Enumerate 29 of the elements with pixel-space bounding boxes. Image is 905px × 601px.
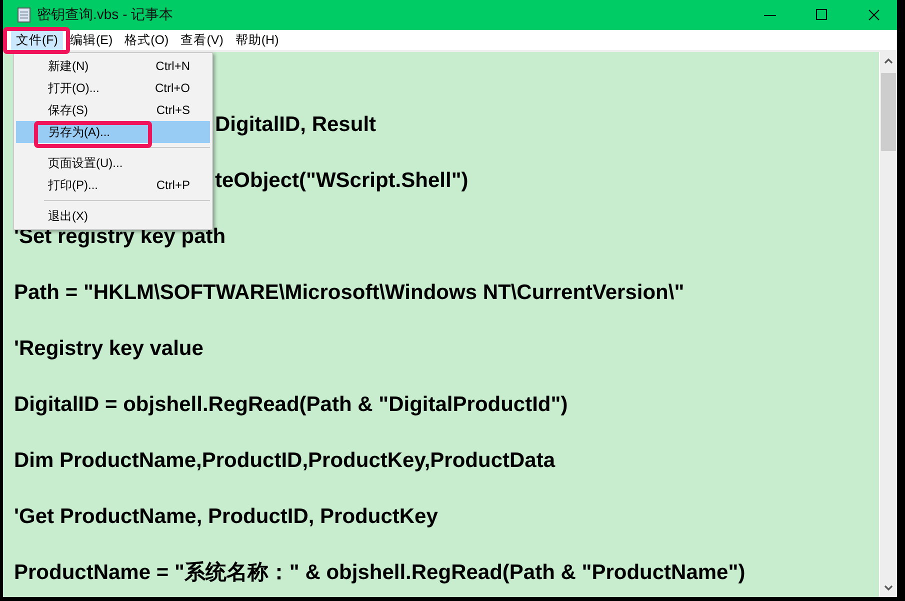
- menu-option[interactable]: 页面设置(U)...: [16, 152, 210, 174]
- scrollbar[interactable]: [879, 52, 897, 597]
- scrollbar-thumb[interactable]: [881, 73, 896, 151]
- menu-item[interactable]: 文件(F): [11, 30, 63, 50]
- menu-option[interactable]: 打印(P)... Ctrl+P: [16, 174, 210, 196]
- code-line: Path = "HKLM\SOFTWARE\Microsoft\Windows NT\CurrentVersion\": [14, 281, 684, 304]
- notepad-icon: [17, 7, 31, 23]
- code-line: 'Registry key value: [14, 337, 204, 360]
- menu-option[interactable]: 新建(N) Ctrl+N: [16, 55, 210, 77]
- menu-item[interactable]: 格式(O): [120, 30, 174, 50]
- code-line: 'Get ProductName, ProductID, ProductKey: [14, 505, 438, 528]
- text-editor[interactable]: [3, 52, 879, 597]
- menu-item[interactable]: 编辑(E): [64, 30, 118, 50]
- menu-item[interactable]: 帮助(H): [230, 30, 284, 50]
- code-line: Dim ProductName,ProductID,ProductKey,ProductData: [14, 449, 556, 472]
- menu-item[interactable]: 查看(V): [176, 30, 228, 50]
- window-title: 密钥查询.vbs - 记事本: [37, 6, 174, 24]
- code-line: DigitalID, Result: [215, 113, 376, 136]
- close-icon: [868, 9, 880, 21]
- menu-option[interactable]: 保存(S) Ctrl+S: [16, 99, 210, 121]
- menu-option[interactable]: 退出(X): [16, 205, 210, 227]
- scroll-down-icon[interactable]: [884, 585, 893, 591]
- code-line: teObject("WScript.Shell"): [215, 169, 468, 192]
- scroll-up-icon[interactable]: [884, 58, 893, 64]
- menu-option[interactable]: 打开(O)... Ctrl+O: [16, 77, 210, 99]
- code-line: DigitalID = objshell.RegRead(Path & "DigitalProductId"): [14, 393, 568, 416]
- maximize-icon: [816, 9, 828, 21]
- code-line: ProductName = "系统名称：" & objshell.RegRead(Path & "ProductName"): [14, 561, 746, 584]
- highlight-frame: [3, 27, 70, 54]
